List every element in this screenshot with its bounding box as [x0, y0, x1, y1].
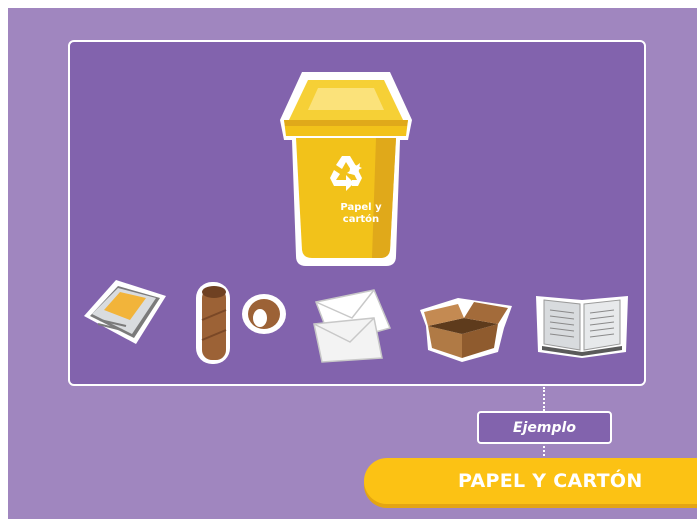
open-book-icon [536, 296, 628, 358]
newspaper-icon [84, 280, 166, 344]
example-tag: Ejemplo [477, 411, 612, 444]
category-title: PAPEL Y CARTÓN [458, 470, 643, 492]
bin-label: Papel y cartón [324, 202, 398, 226]
yellow-recycling-bin-icon [280, 72, 412, 266]
cardboard-box-icon [420, 298, 512, 362]
slide-canvas: Papel y cartón Ejemplo PAPEL Y CARTÓN [8, 8, 697, 519]
dotted-connector [543, 387, 545, 411]
envelopes-icon [313, 289, 392, 363]
bin-label-line2: cartón [342, 214, 380, 225]
bin-label-line1: Papel y [340, 202, 382, 213]
category-banner: PAPEL Y CARTÓN [364, 458, 697, 504]
cardboard-tubes-icon [196, 282, 286, 364]
